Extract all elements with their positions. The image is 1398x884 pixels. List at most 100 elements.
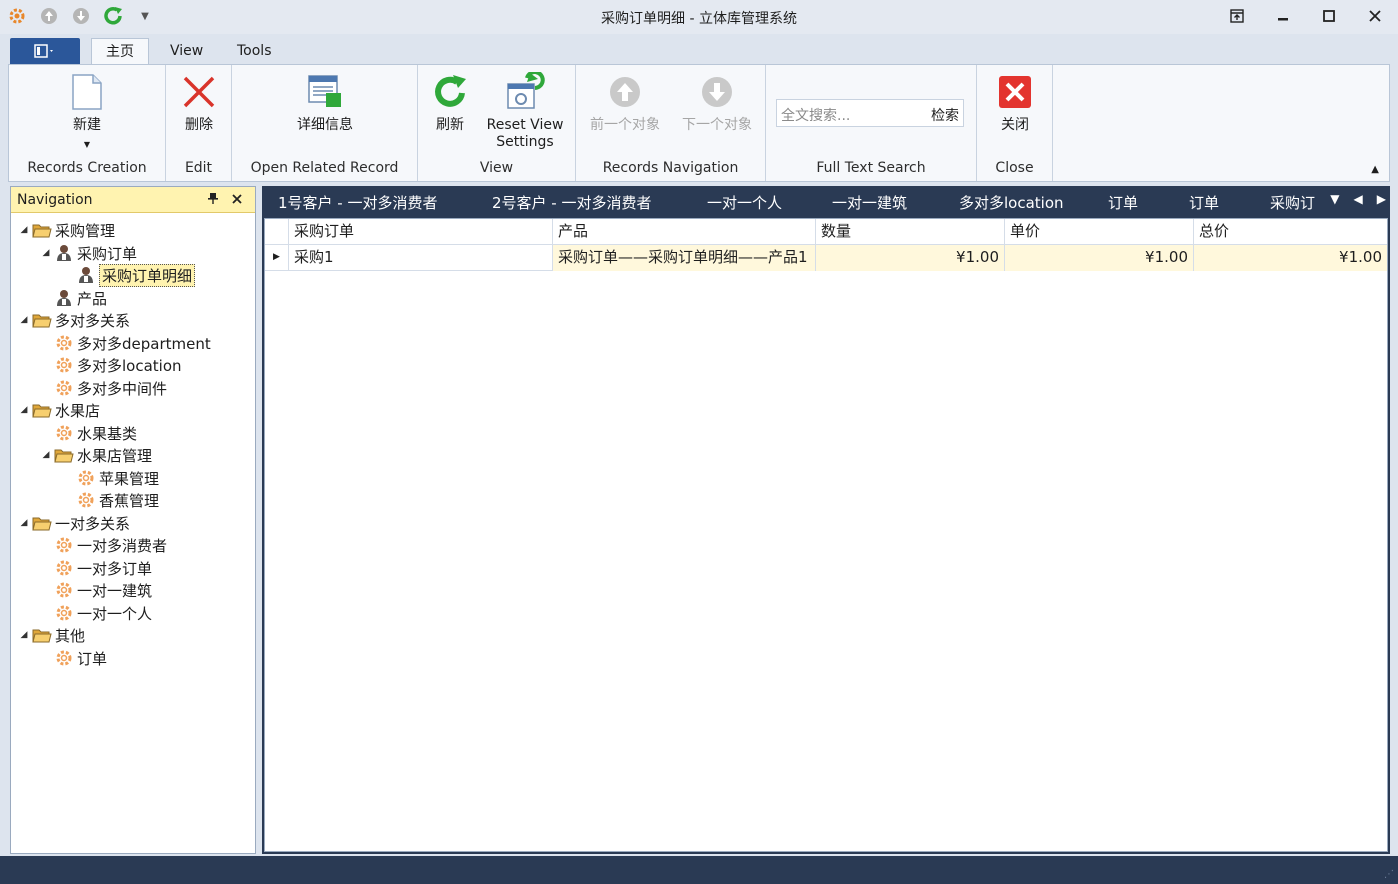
- group-label: Open Related Record: [250, 160, 399, 176]
- refresh-label: 刷新: [436, 117, 464, 133]
- column-header[interactable]: 单价: [1005, 219, 1194, 245]
- tree-node-product[interactable]: 产品: [53, 287, 107, 309]
- minimize-icon[interactable]: [1260, 0, 1306, 32]
- tree-node-purchase-order[interactable]: ◢ 采购订单: [39, 242, 137, 264]
- resize-grip-icon[interactable]: ⋰: [1384, 869, 1394, 880]
- doc-tab[interactable]: 一对一建筑: [832, 192, 907, 213]
- expand-arrow-icon[interactable]: ◢: [17, 225, 31, 235]
- group-label: Edit: [184, 160, 213, 176]
- reset-view-settings-button[interactable]: Reset View Settings: [482, 71, 568, 151]
- group-close: 关闭 Close: [977, 65, 1053, 181]
- app-menu-button[interactable]: [10, 38, 80, 64]
- tree-node-fruit-store-management[interactable]: ◢ 水果店管理: [39, 444, 152, 466]
- column-header[interactable]: 总价: [1194, 219, 1387, 245]
- tree-node-fruit-store[interactable]: ◢ 水果店: [17, 399, 100, 421]
- doc-tab[interactable]: 采购订: [1270, 192, 1315, 213]
- expand-arrow-icon[interactable]: ◢: [17, 315, 31, 325]
- new-label: 新建: [73, 117, 101, 133]
- folder-icon: [31, 513, 53, 533]
- refresh-button[interactable]: 刷新: [428, 71, 472, 134]
- group-records-navigation: 前一个对象 下一个对象 Records Navigation: [576, 65, 766, 181]
- expand-arrow-icon[interactable]: ◢: [17, 518, 31, 528]
- next-object-button[interactable]: 下一个对象: [676, 71, 758, 134]
- tree-node-banana-management[interactable]: 香蕉管理: [75, 489, 159, 511]
- column-header[interactable]: 产品: [553, 219, 816, 245]
- document-tab-strip: 1号客户 - 一对多消费者 2号客户 - 一对多消费者 一对一个人 一对一建筑 …: [262, 186, 1390, 218]
- gear-icon: [75, 468, 97, 488]
- expand-arrow-icon[interactable]: ◢: [39, 450, 53, 460]
- window-controls: [1214, 0, 1398, 32]
- tree-node-o2m-order[interactable]: 一对多订单: [53, 557, 152, 579]
- cell-order[interactable]: 采购1: [289, 245, 553, 271]
- tab-list-dropdown-icon[interactable]: ▼: [1330, 192, 1339, 206]
- tree-node-label: 采购订单: [77, 244, 138, 263]
- user-icon: [75, 265, 97, 285]
- tree-node-m2m-middleware[interactable]: 多对多中间件: [53, 377, 167, 399]
- tab-view[interactable]: View: [156, 38, 217, 66]
- tab-home[interactable]: 主页: [91, 38, 149, 66]
- tree-node-purchase-management[interactable]: ◢ 采购管理: [17, 219, 115, 241]
- pin-icon[interactable]: [201, 192, 225, 208]
- delete-button[interactable]: 删除: [174, 71, 224, 134]
- previous-label: 前一个对象: [590, 117, 660, 133]
- doc-tab[interactable]: 订单: [1189, 192, 1219, 213]
- cell-quantity[interactable]: ¥1.00: [816, 245, 1005, 271]
- tree-node-fruit-base[interactable]: 水果基类: [53, 422, 137, 444]
- tree-node-label: 其他: [55, 626, 86, 645]
- tree-node-order[interactable]: 订单: [53, 647, 107, 669]
- doc-tab[interactable]: 订单: [1108, 192, 1138, 213]
- tree-node-o2o-person[interactable]: 一对一个人: [53, 602, 152, 624]
- gear-icon: [53, 423, 75, 443]
- full-text-search-input[interactable]: 全文搜索... 检索: [776, 99, 964, 127]
- close-panel-icon[interactable]: [225, 192, 249, 208]
- close-button[interactable]: 关闭: [989, 71, 1041, 134]
- tree-node-one-to-many[interactable]: ◢ 一对多关系: [17, 512, 130, 534]
- tree-node-o2m-consumer[interactable]: 一对多消费者: [53, 534, 167, 556]
- gear-icon: [53, 333, 75, 353]
- tree-node-o2o-building[interactable]: 一对一建筑: [53, 579, 152, 601]
- new-document-icon: [67, 71, 107, 113]
- doc-tab[interactable]: 多对多location: [959, 192, 1064, 213]
- down-arrow-circle-icon: [697, 71, 737, 113]
- doc-tab[interactable]: 2号客户 - 一对多消费者: [492, 192, 652, 213]
- tree-node-label: 一对多订单: [77, 559, 153, 578]
- expand-arrow-icon[interactable]: ◢: [39, 248, 53, 258]
- up-arrow-circle-icon: [605, 71, 645, 113]
- previous-object-button[interactable]: 前一个对象: [584, 71, 666, 134]
- tree-node-label: 一对多消费者: [77, 536, 168, 555]
- tree-node-label: 多对多关系: [55, 311, 131, 330]
- expand-arrow-icon[interactable]: ◢: [17, 630, 31, 640]
- maximize-icon[interactable]: [1306, 0, 1352, 32]
- column-header[interactable]: 数量: [816, 219, 1005, 245]
- tree-node-many-to-many[interactable]: ◢ 多对多关系: [17, 309, 130, 331]
- expand-arrow-icon[interactable]: ◢: [17, 405, 31, 415]
- tree-node-apple-management[interactable]: 苹果管理: [75, 467, 159, 489]
- collapse-ribbon-icon[interactable]: ▲: [1371, 164, 1379, 175]
- ribbon-tab-strip: 主页 View Tools: [0, 36, 1398, 66]
- doc-tab[interactable]: 1号客户 - 一对多消费者: [278, 192, 438, 213]
- cell-product[interactable]: 采购订单——采购订单明细——产品1: [553, 245, 816, 271]
- scroll-left-icon[interactable]: ◀: [1354, 192, 1363, 206]
- table-row[interactable]: ▶ 采购1 采购订单——采购订单明细——产品1 ¥1.00 ¥1.00 ¥1.0…: [265, 245, 1387, 271]
- tree-node-purchase-order-detail[interactable]: 采购订单明细: [75, 263, 196, 287]
- tab-tools[interactable]: Tools: [223, 38, 286, 66]
- chevron-down-icon: ▼: [83, 140, 91, 149]
- group-records-creation: 新建 ▼ Records Creation: [9, 65, 166, 181]
- doc-tab[interactable]: 一对一个人: [707, 192, 782, 213]
- cell-total[interactable]: ¥1.00: [1194, 245, 1387, 271]
- tree-node-m2m-location[interactable]: 多对多location: [53, 354, 182, 376]
- restore-ribbon-icon[interactable]: [1214, 0, 1260, 32]
- details-button[interactable]: 详细信息: [287, 71, 363, 134]
- group-label: Close: [995, 160, 1034, 176]
- tree-node-others[interactable]: ◢ 其他: [17, 624, 85, 646]
- column-header[interactable]: 采购订单: [289, 219, 553, 245]
- navigation-title: Navigation: [17, 191, 93, 208]
- close-window-icon[interactable]: [1352, 0, 1398, 32]
- scroll-right-icon[interactable]: ▶: [1377, 192, 1386, 206]
- new-button[interactable]: 新建 ▼: [61, 71, 113, 153]
- delete-label: 删除: [185, 117, 213, 133]
- cell-unit-price[interactable]: ¥1.00: [1005, 245, 1194, 271]
- tree-node-m2m-department[interactable]: 多对多department: [53, 332, 211, 354]
- search-button[interactable]: 检索: [931, 105, 959, 125]
- tree-node-label: 多对多中间件: [77, 379, 168, 398]
